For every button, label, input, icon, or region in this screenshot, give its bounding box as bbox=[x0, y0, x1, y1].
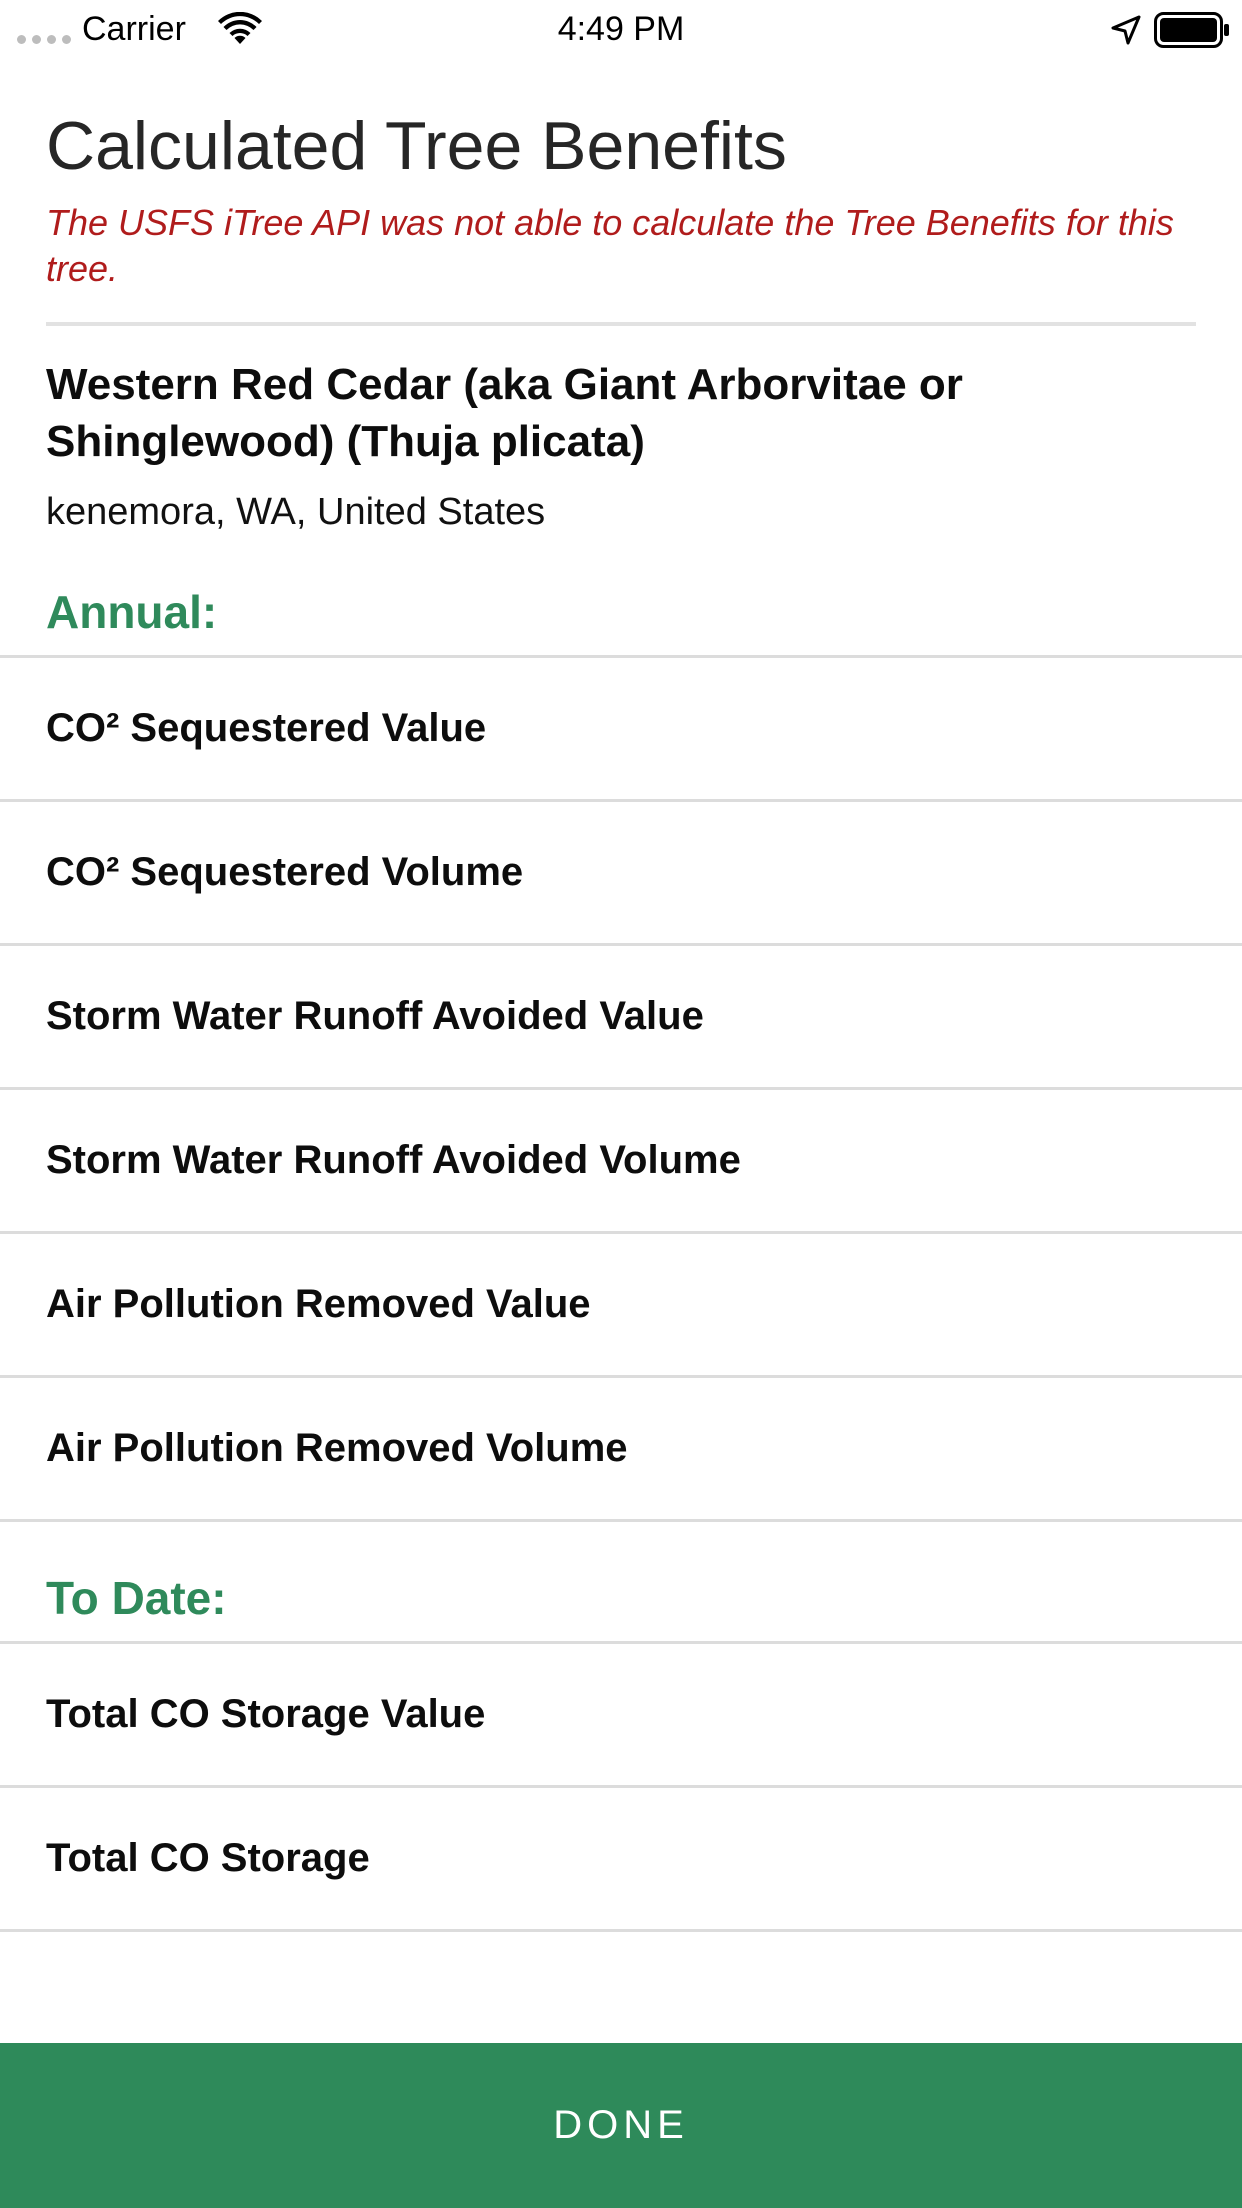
list-item-label: CO² Sequestered Value bbox=[46, 706, 487, 750]
list-item-label: CO² Sequestered Volume bbox=[46, 850, 524, 894]
annual-row-air-pollution-value[interactable]: Air Pollution Removed Value bbox=[0, 1234, 1242, 1378]
annual-list: CO² Sequestered Value CO² Sequestered Vo… bbox=[0, 655, 1242, 1522]
list-item-label: Total CO Storage bbox=[46, 1836, 370, 1880]
annual-row-storm-water-value[interactable]: Storm Water Runoff Avoided Value bbox=[0, 946, 1242, 1090]
annual-row-air-pollution-volume[interactable]: Air Pollution Removed Volume bbox=[0, 1378, 1242, 1522]
annual-row-storm-water-volume[interactable]: Storm Water Runoff Avoided Volume bbox=[0, 1090, 1242, 1234]
list-item-label: Air Pollution Removed Value bbox=[46, 1282, 591, 1326]
error-message: The USFS iTree API was not able to calcu… bbox=[46, 202, 1174, 289]
list-item-label: Storm Water Runoff Avoided Value bbox=[46, 994, 704, 1038]
location-arrow-icon bbox=[1111, 15, 1141, 45]
annual-row-co2-sequestered-volume[interactable]: CO² Sequestered Volume bbox=[0, 802, 1242, 946]
done-button[interactable]: DONE bbox=[0, 2043, 1242, 2208]
battery-full-icon bbox=[1154, 12, 1229, 48]
to-date-heading: To Date: bbox=[46, 1572, 227, 1624]
to-date-list: Total CO Storage Value Total CO Storage bbox=[0, 1641, 1242, 1932]
annual-row-co2-sequestered-value[interactable]: CO² Sequestered Value bbox=[0, 658, 1242, 802]
page-title: Calculated Tree Benefits bbox=[46, 108, 787, 184]
annual-heading: Annual: bbox=[46, 586, 218, 638]
list-item-label: Air Pollution Removed Volume bbox=[46, 1426, 628, 1470]
status-bar: Carrier 4:49 PM bbox=[0, 0, 1242, 60]
list-item-label: Total CO Storage Value bbox=[46, 1692, 486, 1736]
list-item-label: Storm Water Runoff Avoided Volume bbox=[46, 1138, 741, 1182]
header-divider bbox=[46, 322, 1196, 326]
to-date-row-total-co-storage[interactable]: Total CO Storage bbox=[0, 1788, 1242, 1932]
tree-location: kenemora, WA, United States bbox=[46, 491, 546, 533]
to-date-row-total-co-storage-value[interactable]: Total CO Storage Value bbox=[0, 1644, 1242, 1788]
tree-name: Western Red Cedar (aka Giant Arborvitae … bbox=[46, 360, 963, 466]
status-time: 4:49 PM bbox=[557, 10, 685, 48]
